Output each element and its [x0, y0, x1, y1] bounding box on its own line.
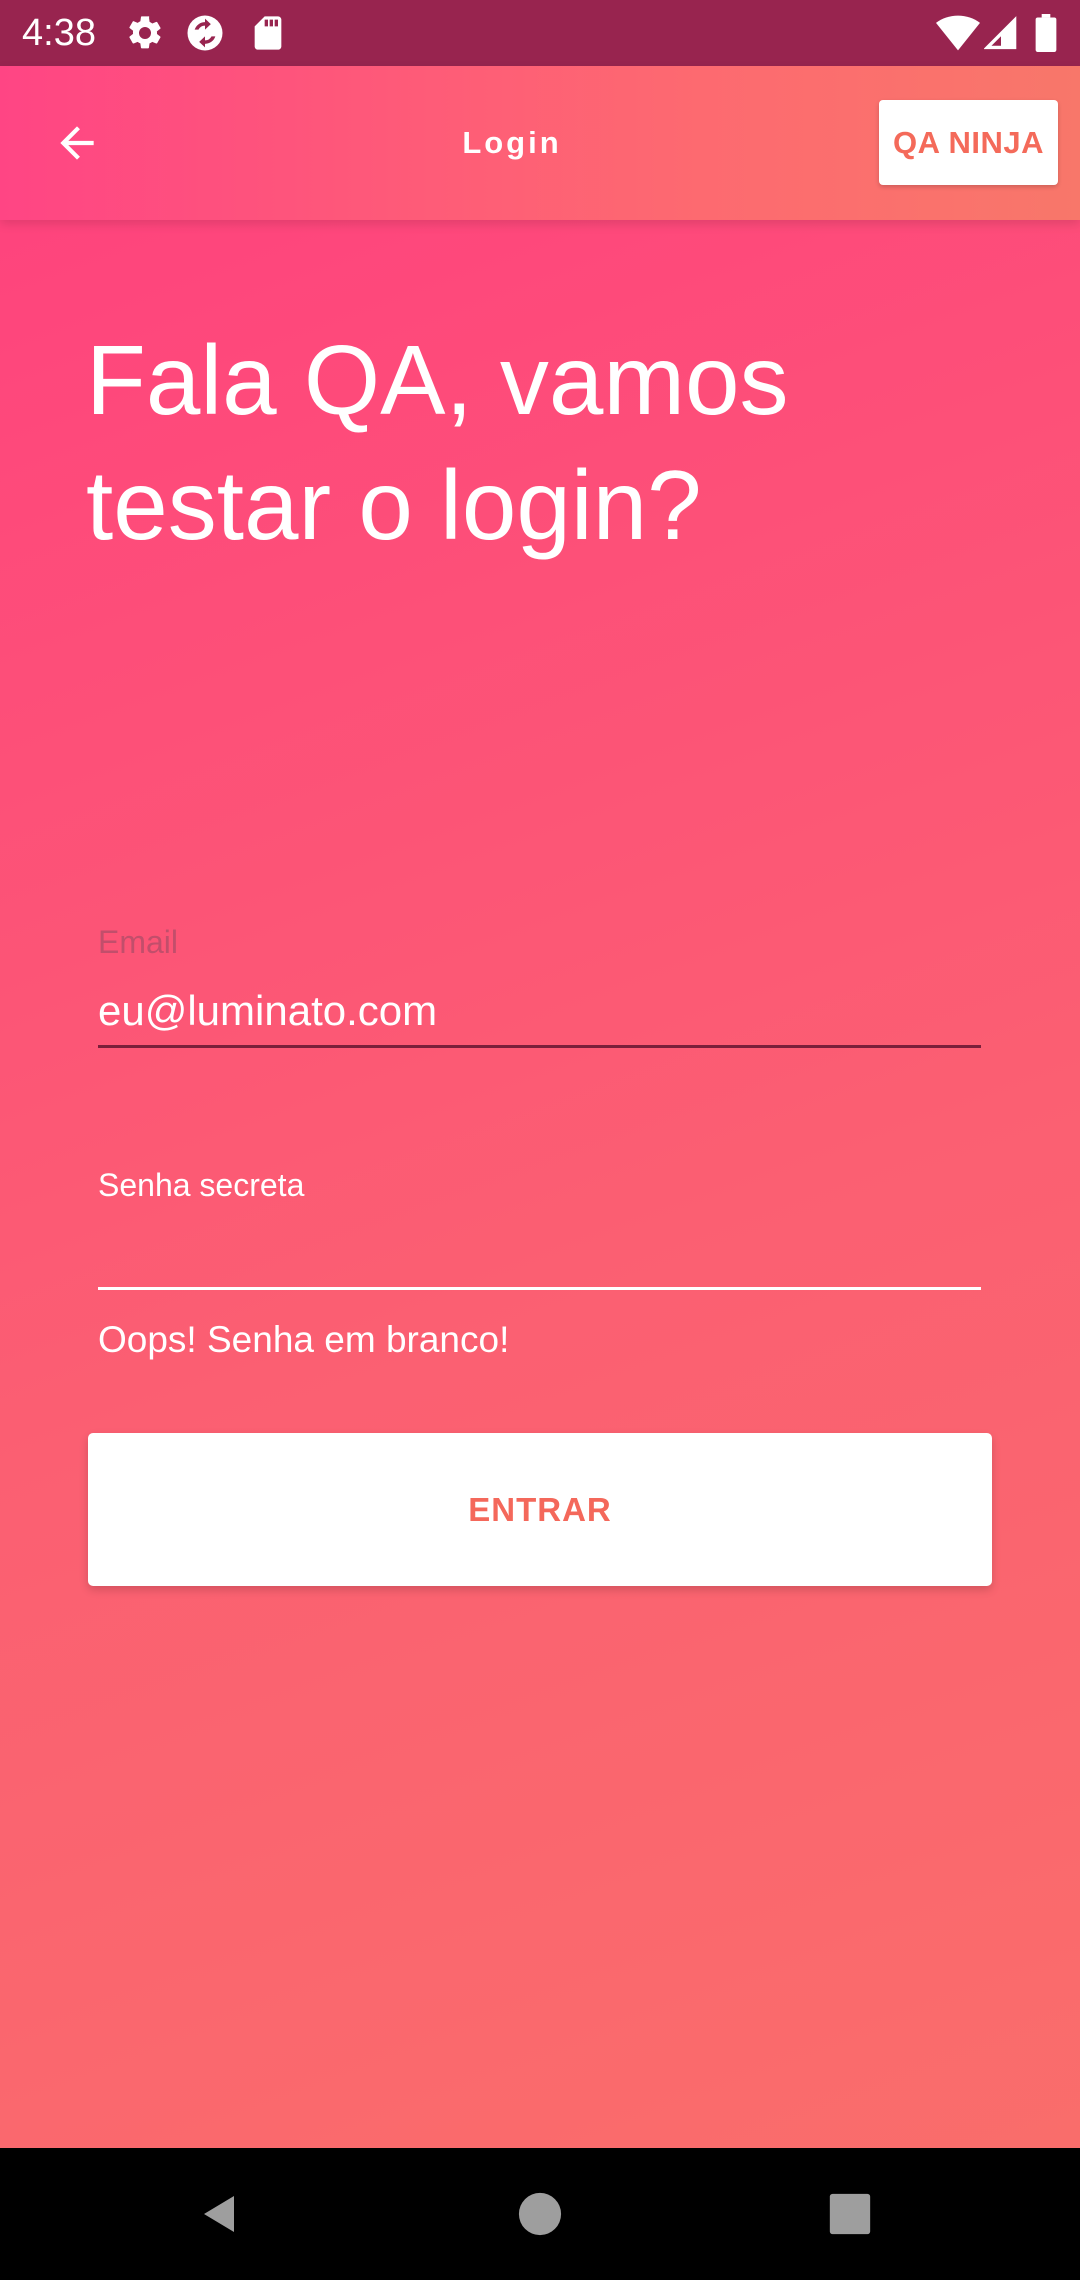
- password-error-message: Oops! Senha em branco!: [98, 1319, 510, 1360]
- status-bar: 4:38: [0, 0, 1080, 66]
- status-time: 4:38: [22, 12, 96, 54]
- email-label: Email: [98, 924, 179, 960]
- nav-home-button[interactable]: [504, 2178, 576, 2250]
- recents-square-icon: [829, 2193, 871, 2235]
- back-button[interactable]: [34, 110, 120, 176]
- battery-icon: [1035, 14, 1057, 52]
- settings-icon: [129, 16, 161, 49]
- page-title: Login: [462, 125, 562, 160]
- headline-line-1: Fala QA, vamos: [86, 325, 789, 435]
- navigation-bar: [0, 2148, 1080, 2280]
- password-field[interactable]: [98, 1220, 981, 1286]
- arrow-back-icon: [60, 126, 94, 160]
- app-bar: Login QA NINJA: [0, 66, 1080, 220]
- wifi-icon: [936, 15, 980, 51]
- login-screen: 4:38 Login QA NINJA Fala QA, vamos testa…: [0, 0, 1080, 2280]
- qa-ninja-button[interactable]: QA NINJA: [879, 100, 1058, 185]
- email-underline: [98, 1045, 981, 1048]
- headline-line-2: testar o login?: [86, 450, 702, 560]
- sd-card-icon: [254, 16, 282, 50]
- nav-recents-button[interactable]: [814, 2178, 886, 2250]
- cell-signal-icon: [984, 16, 1017, 50]
- password-label: Senha secreta: [98, 1167, 305, 1203]
- sync-icon: [187, 15, 223, 51]
- email-field[interactable]: eu@luminato.com: [98, 985, 978, 1037]
- back-triangle-icon: [204, 2196, 234, 2232]
- home-circle-icon: [518, 2192, 562, 2236]
- nav-back-button[interactable]: [184, 2178, 256, 2250]
- password-underline: [98, 1287, 981, 1290]
- headline: Fala QA, vamos testar o login?: [86, 318, 886, 568]
- login-button[interactable]: ENTRAR: [88, 1433, 992, 1586]
